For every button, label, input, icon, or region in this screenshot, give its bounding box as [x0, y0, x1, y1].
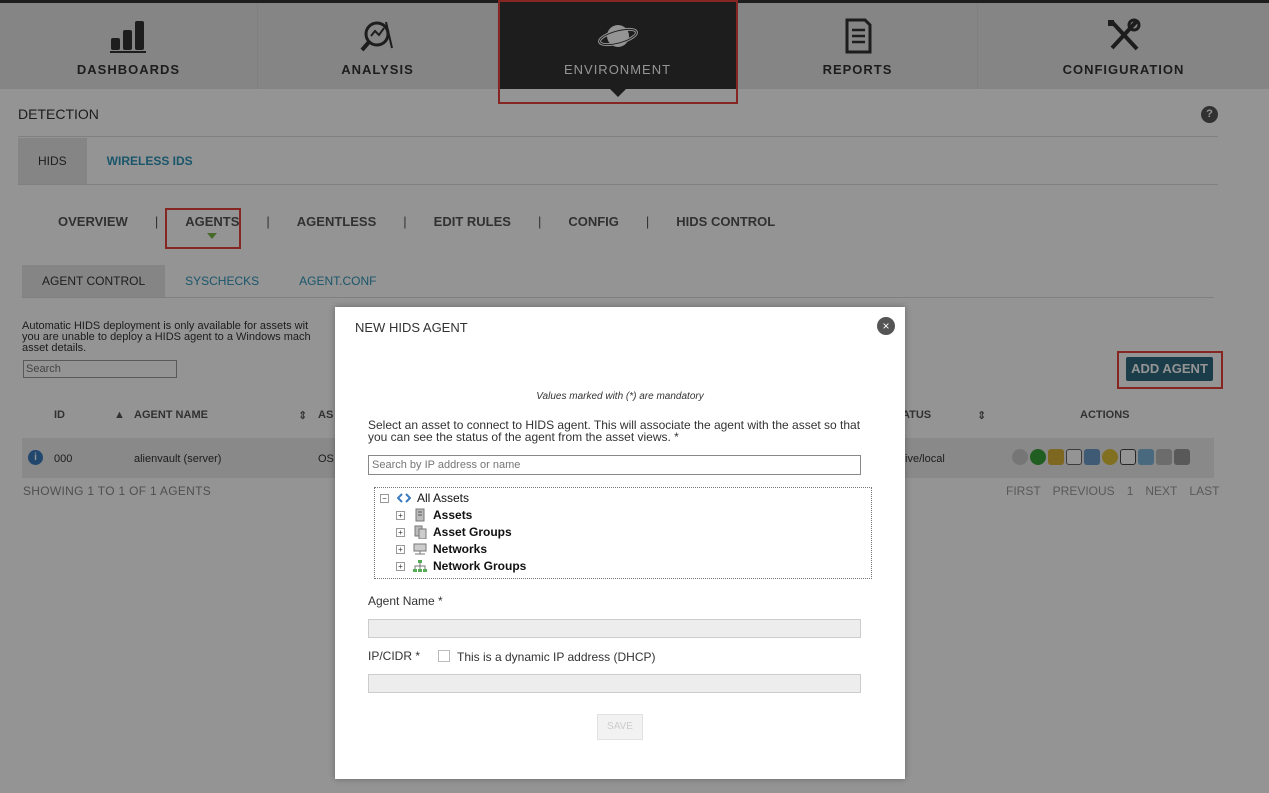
- expand-icon[interactable]: +: [396, 527, 405, 537]
- code-icon: [397, 493, 411, 503]
- network-group-icon: [413, 560, 427, 572]
- expand-icon[interactable]: +: [396, 561, 405, 571]
- collapse-icon[interactable]: −: [380, 493, 389, 503]
- dhcp-checkbox[interactable]: [438, 650, 450, 662]
- agent-name-field[interactable]: [368, 619, 861, 638]
- tree-node-assets[interactable]: + Assets: [396, 508, 472, 522]
- tree-label: Networks: [433, 542, 488, 556]
- save-button[interactable]: SAVE: [597, 714, 643, 740]
- asset-description: Select an asset to connect to HIDS agent…: [368, 418, 861, 444]
- tree-label: All Assets: [417, 491, 470, 505]
- close-icon[interactable]: ×: [877, 317, 895, 335]
- tree-label: Asset Groups: [433, 525, 512, 539]
- server-icon: [415, 508, 425, 522]
- server-group-icon: [414, 525, 427, 539]
- asset-tree: − All Assets + Assets + Asset Groups + N…: [374, 487, 872, 579]
- tree-node-asset-groups[interactable]: + Asset Groups: [396, 525, 512, 539]
- tree-node-networks[interactable]: + Networks: [396, 542, 487, 556]
- dialog-title: NEW HIDS AGENT: [355, 320, 468, 335]
- ip-cidr-label: IP/CIDR *: [368, 649, 421, 663]
- tree-node-network-groups[interactable]: + Network Groups: [396, 559, 526, 573]
- expand-icon[interactable]: +: [396, 510, 405, 520]
- dhcp-label: This is a dynamic IP address (DHCP): [457, 650, 656, 664]
- new-hids-agent-dialog: NEW HIDS AGENT × Values marked with (*) …: [335, 307, 905, 779]
- tree-label: Network Groups: [433, 559, 527, 573]
- expand-icon[interactable]: +: [396, 544, 405, 554]
- ip-cidr-field[interactable]: [368, 674, 861, 693]
- mandatory-note: Values marked with (*) are mandatory: [536, 391, 704, 402]
- agent-name-label: Agent Name *: [368, 594, 443, 608]
- asset-search-input[interactable]: [368, 455, 861, 475]
- network-icon: [413, 543, 427, 555]
- tree-label: Assets: [433, 508, 473, 522]
- tree-node-all-assets[interactable]: − All Assets: [380, 491, 469, 505]
